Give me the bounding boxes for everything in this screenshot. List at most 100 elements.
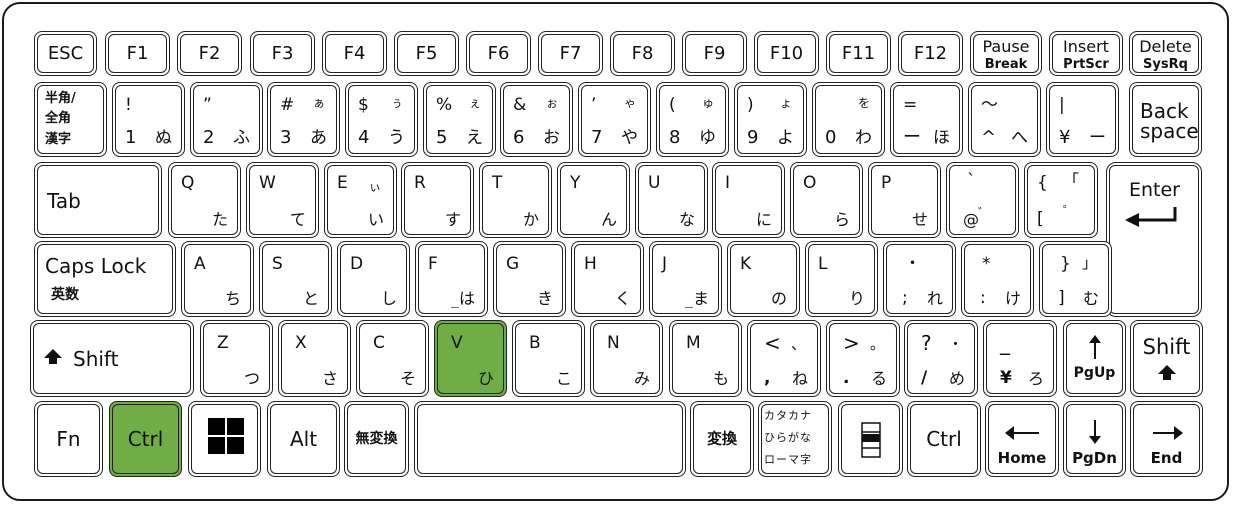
key-main-label: R — [414, 173, 426, 193]
key-main-label: 2 — [203, 127, 215, 148]
key-tab[interactable]: Tab — [34, 162, 162, 238]
key-f6[interactable]: F6 — [466, 31, 531, 76]
key-label: PgDn — [1072, 449, 1117, 467]
key-left-bracket[interactable]: {[「゜ — [1024, 162, 1098, 238]
key-r[interactable]: Rす — [401, 162, 474, 238]
key-f[interactable]: F _は — [415, 241, 488, 317]
key-main-label: / — [921, 368, 928, 388]
key-muhenkan[interactable]: 無変換 — [344, 401, 409, 477]
key-2[interactable]: ” 2 ふ — [190, 82, 263, 157]
key-b[interactable]: Bこ — [512, 320, 585, 397]
key-m[interactable]: Mも — [669, 320, 742, 397]
key-f2[interactable]: F2 — [177, 31, 242, 76]
key-main-label: C — [373, 333, 385, 353]
key-comma[interactable]: <, ね 、 — [747, 320, 821, 397]
key-kana[interactable]: カタカナ ひらがな ローマ字 — [758, 401, 832, 477]
key-6[interactable]: & 6 お ぉ — [500, 82, 573, 157]
key-9[interactable]: ) 9 よ ょ — [734, 82, 807, 157]
key-shift-label: $ — [358, 95, 369, 115]
key-7[interactable]: ’ 7 や ゃ — [578, 82, 651, 157]
key-right-ctrl[interactable]: Ctrl — [907, 401, 981, 477]
key-c[interactable]: Cそ — [356, 320, 429, 397]
key-kana-label: そ — [399, 369, 416, 388]
key-label-bottom: SysRq — [1143, 57, 1188, 72]
key-delete[interactable]: Delete SysRq — [1129, 31, 1202, 76]
key-a[interactable]: Aち — [181, 241, 254, 317]
key-1[interactable]: ! 1 ぬ — [112, 82, 185, 157]
key-f11[interactable]: F11 — [826, 31, 891, 76]
key-h[interactable]: Hく — [571, 241, 644, 317]
key-caps-lock[interactable]: Caps Lock 英数 — [34, 241, 176, 317]
key-f12[interactable]: F12 — [898, 31, 963, 76]
key-application-menu[interactable] — [838, 401, 903, 477]
key-left-shift[interactable]: Shift — [30, 320, 194, 397]
key-fn[interactable]: Fn — [34, 401, 103, 477]
key-space[interactable] — [414, 401, 686, 477]
key-windows[interactable] — [188, 401, 261, 477]
key-label-1: Back — [1140, 99, 1189, 123]
key-esc[interactable]: ESC — [34, 31, 97, 76]
key-main-label: Q — [181, 173, 195, 193]
key-k[interactable]: Kの — [727, 241, 800, 317]
key-p[interactable]: Pせ — [868, 162, 941, 238]
key-u[interactable]: Uな — [635, 162, 708, 238]
key-label: Home — [997, 449, 1047, 467]
key-yen[interactable]: | ¥ ー — [1046, 82, 1119, 157]
key-pgdn[interactable]: PgDn — [1063, 401, 1126, 477]
key-f10[interactable]: F10 — [754, 31, 819, 76]
key-enter[interactable]: Enter — [1106, 162, 1202, 317]
key-hankaku-zenkaku[interactable]: 半角/ 全角 漢字 — [34, 82, 107, 157]
key-f1[interactable]: F1 — [105, 31, 170, 76]
key-f3[interactable]: F3 — [250, 31, 315, 76]
key-kana-label: り — [848, 289, 865, 308]
key-home[interactable]: Home — [985, 401, 1059, 477]
key-n[interactable]: Nみ — [590, 320, 663, 397]
key-shift-label: ～ — [981, 95, 998, 115]
key-5[interactable]: % 5 え ぇ — [423, 82, 496, 157]
key-backslash[interactable]: _ ¥ ろ — [983, 320, 1057, 397]
key-s[interactable]: Sと — [259, 241, 332, 317]
key-i[interactable]: Iに — [712, 162, 785, 238]
key-x[interactable]: Xさ — [278, 320, 351, 397]
key-semicolon[interactable]: ・; れ — [883, 241, 956, 317]
key-f7[interactable]: F7 — [538, 31, 603, 76]
key-label: F4 — [343, 42, 366, 64]
key-slash[interactable]: ? / め ・ — [904, 320, 978, 397]
key-henkan[interactable]: 変換 — [690, 401, 754, 477]
key-z[interactable]: Zつ — [200, 320, 273, 397]
key-j[interactable]: J _ま — [649, 241, 722, 317]
key-rbracket[interactable]: }] む 」 — [1039, 241, 1112, 317]
key-pause[interactable]: Pause Break — [970, 31, 1042, 76]
key-minus[interactable]: = ーほ — [890, 82, 963, 157]
key-w[interactable]: Wて — [246, 162, 319, 238]
key-right-shift[interactable]: Shift — [1130, 320, 1203, 397]
key-d[interactable]: Dし — [337, 241, 410, 317]
key-at[interactable]: ` @ ゛ — [946, 162, 1019, 238]
key-o[interactable]: Oら — [790, 162, 863, 238]
key-8[interactable]: (8 ゆ ゅ — [656, 82, 729, 157]
key-f9[interactable]: F9 — [682, 31, 747, 76]
key-0[interactable]: 0わ を — [812, 82, 885, 157]
key-g[interactable]: Gき — [493, 241, 566, 317]
key-v[interactable]: Vひ — [434, 320, 507, 397]
key-f8[interactable]: F8 — [610, 31, 675, 76]
key-colon[interactable]: *: け — [961, 241, 1034, 317]
key-kana-shift-label: ゅ — [701, 96, 714, 110]
key-f5[interactable]: F5 — [394, 31, 459, 76]
key-alt[interactable]: Alt — [267, 401, 340, 477]
key-3[interactable]: #3 あ ぁ — [267, 82, 340, 157]
key-t[interactable]: Tか — [479, 162, 552, 238]
key-period[interactable]: >. る 。 — [826, 320, 900, 397]
key-caret[interactable]: ～ ^ へ — [968, 82, 1041, 157]
key-backspace[interactable]: Back space — [1129, 82, 1202, 157]
key-e[interactable]: Eい ぃ — [324, 162, 397, 238]
key-q[interactable]: Qた — [168, 162, 241, 238]
key-end[interactable]: End — [1130, 401, 1203, 477]
key-left-ctrl[interactable]: Ctrl — [109, 401, 182, 477]
key-f4[interactable]: F4 — [322, 31, 387, 76]
key-4[interactable]: $4 う ぅ — [345, 82, 418, 157]
key-y[interactable]: Yん — [557, 162, 630, 238]
key-pgup[interactable]: PgUp — [1063, 320, 1126, 397]
key-l[interactable]: Lり — [805, 241, 878, 317]
key-insert[interactable]: Insert PrtScr — [1049, 31, 1123, 76]
